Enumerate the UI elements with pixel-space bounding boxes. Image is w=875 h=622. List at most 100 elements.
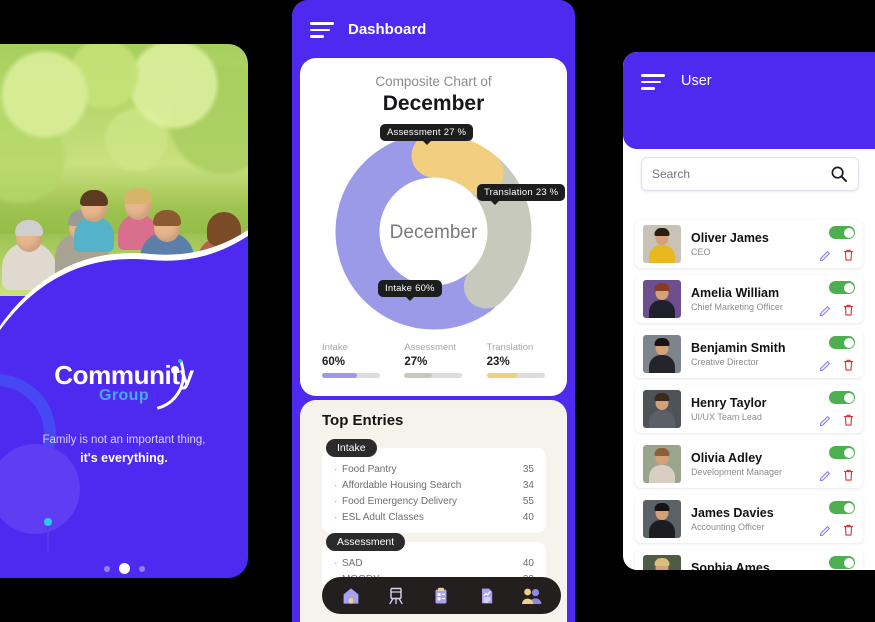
entry-row[interactable]: · SAD 40 xyxy=(334,555,534,571)
user-row[interactable]: Sophia Ames Area Manager xyxy=(635,550,863,570)
user-list-panel: User Oliver James CEO xyxy=(623,52,875,570)
user-name: Olivia Adley xyxy=(691,450,763,465)
avatar xyxy=(643,225,681,263)
dashboard-panel: Dashboard Composite Chart of December De… xyxy=(292,0,575,622)
user-role: UI/UX Team Lead xyxy=(691,412,762,423)
status-toggle[interactable] xyxy=(829,336,855,349)
user-name: Oliver James xyxy=(691,230,769,245)
home-icon[interactable] xyxy=(340,585,362,607)
entry-value: 35 xyxy=(522,463,534,475)
tooltip-intake: Intake 60% xyxy=(378,280,442,297)
pencil-icon[interactable] xyxy=(819,359,832,372)
trash-icon[interactable] xyxy=(842,358,855,372)
user-info: Oliver James CEO xyxy=(691,231,799,258)
clipboard-form-icon[interactable] xyxy=(430,585,452,607)
hamburger-icon[interactable] xyxy=(310,22,334,38)
legend-progress-bar xyxy=(486,373,545,378)
user-row[interactable]: Olivia Adley Development Manager xyxy=(635,440,863,488)
status-toggle[interactable] xyxy=(829,556,855,569)
search-input[interactable] xyxy=(652,167,830,181)
user-row[interactable]: Benjamin Smith Creative Director xyxy=(635,330,863,378)
users-group-icon[interactable] xyxy=(521,585,543,607)
user-list[interactable]: Oliver James CEO Amelia William Chief Ma… xyxy=(623,220,875,570)
carousel-dot[interactable] xyxy=(103,565,110,572)
entry-name: Affordable Housing Search xyxy=(342,479,462,491)
user-controls xyxy=(799,446,855,482)
hamburger-icon[interactable] xyxy=(641,74,665,90)
bullet-icon: · xyxy=(334,463,338,475)
pencil-icon[interactable] xyxy=(819,304,832,317)
legend-label: Translation xyxy=(486,342,534,353)
user-controls xyxy=(799,501,855,537)
carousel-indicator[interactable] xyxy=(0,563,248,574)
status-toggle[interactable] xyxy=(829,446,855,459)
status-toggle[interactable] xyxy=(829,501,855,514)
donut-center-label: December xyxy=(389,222,478,243)
entry-row[interactable]: · Food Pantry 35 xyxy=(334,461,534,477)
pencil-icon[interactable] xyxy=(819,414,832,427)
legend-value: 23% xyxy=(486,356,510,368)
report-document-icon[interactable] xyxy=(476,585,498,607)
entry-row[interactable]: · Affordable Housing Search 34 xyxy=(334,477,534,493)
logo-dot-small xyxy=(178,359,182,363)
decor-dot xyxy=(44,518,52,526)
community-group-logo: Community Group xyxy=(0,360,248,405)
trash-icon[interactable] xyxy=(842,468,855,482)
carousel-dot-active[interactable] xyxy=(118,563,130,574)
search-icon[interactable] xyxy=(830,165,848,183)
tooltip-label: Translation xyxy=(484,187,533,198)
analytics-chart-icon[interactable] xyxy=(385,585,407,607)
legend-label: Intake xyxy=(322,342,348,353)
trash-icon[interactable] xyxy=(842,248,855,262)
user-row[interactable]: Oliver James CEO xyxy=(635,220,863,268)
legend-item-translation: Translation 23% xyxy=(475,342,557,378)
pencil-icon[interactable] xyxy=(819,524,832,537)
entries-group-intake: Intake · Food Pantry 35 · Affordable Hou… xyxy=(322,438,546,533)
user-info: Olivia Adley Development Manager xyxy=(691,451,799,478)
user-info: Henry Taylor UI/UX Team Lead xyxy=(691,396,799,423)
trash-icon[interactable] xyxy=(842,303,855,317)
search-box[interactable] xyxy=(641,157,859,191)
user-name: Benjamin Smith xyxy=(691,340,786,355)
chart-title-month: December xyxy=(382,92,485,115)
status-toggle[interactable] xyxy=(829,281,855,294)
user-info: Amelia William Chief Marketing Officer xyxy=(691,286,799,313)
user-row[interactable]: Amelia William Chief Marketing Officer xyxy=(635,275,863,323)
bullet-icon: · xyxy=(334,511,338,523)
legend-progress-bar xyxy=(404,373,463,378)
pencil-icon[interactable] xyxy=(819,469,832,482)
composite-chart-card: Composite Chart of December December Ass… xyxy=(300,58,567,396)
status-toggle[interactable] xyxy=(829,391,855,404)
user-name: Sophia Ames xyxy=(691,560,770,570)
carousel-dot[interactable] xyxy=(138,565,145,572)
pencil-icon[interactable] xyxy=(819,249,832,262)
entry-value: 55 xyxy=(522,495,534,507)
avatar xyxy=(643,500,681,538)
tooltip-translation: Translation 23 % xyxy=(477,184,566,201)
user-panel-title: User xyxy=(681,73,712,89)
user-role: Chief Marketing Officer xyxy=(691,302,783,313)
status-toggle[interactable] xyxy=(829,226,855,239)
page-title: Dashboard xyxy=(348,21,427,38)
tagline: Family is not an important thing, it's e… xyxy=(14,432,234,468)
entry-row[interactable]: · Food Emergency Delivery 55 xyxy=(334,493,534,509)
tooltip-label: Assessment xyxy=(387,127,441,138)
user-controls xyxy=(799,226,855,262)
user-info: James Davies Accounting Officer xyxy=(691,506,799,533)
legend-value: 27% xyxy=(404,356,428,368)
entry-value: 40 xyxy=(522,557,534,569)
user-controls xyxy=(799,336,855,372)
user-info: Benjamin Smith Creative Director xyxy=(691,341,799,368)
trash-icon[interactable] xyxy=(842,413,855,427)
tagline-line-1: Family is not an important thing, xyxy=(42,434,206,446)
user-row[interactable]: James Davies Accounting Officer xyxy=(635,495,863,543)
trash-icon[interactable] xyxy=(842,523,855,537)
user-row[interactable]: Henry Taylor UI/UX Team Lead xyxy=(635,385,863,433)
entry-row[interactable]: · ESL Adult Classes 40 xyxy=(334,509,534,525)
legend-value: 60% xyxy=(322,356,346,368)
bullet-icon: · xyxy=(334,479,338,491)
user-role: Accounting Officer xyxy=(691,522,765,533)
legend-label: Assessment xyxy=(404,342,457,353)
user-controls xyxy=(799,556,855,570)
dashboard-header: Dashboard xyxy=(292,0,575,62)
